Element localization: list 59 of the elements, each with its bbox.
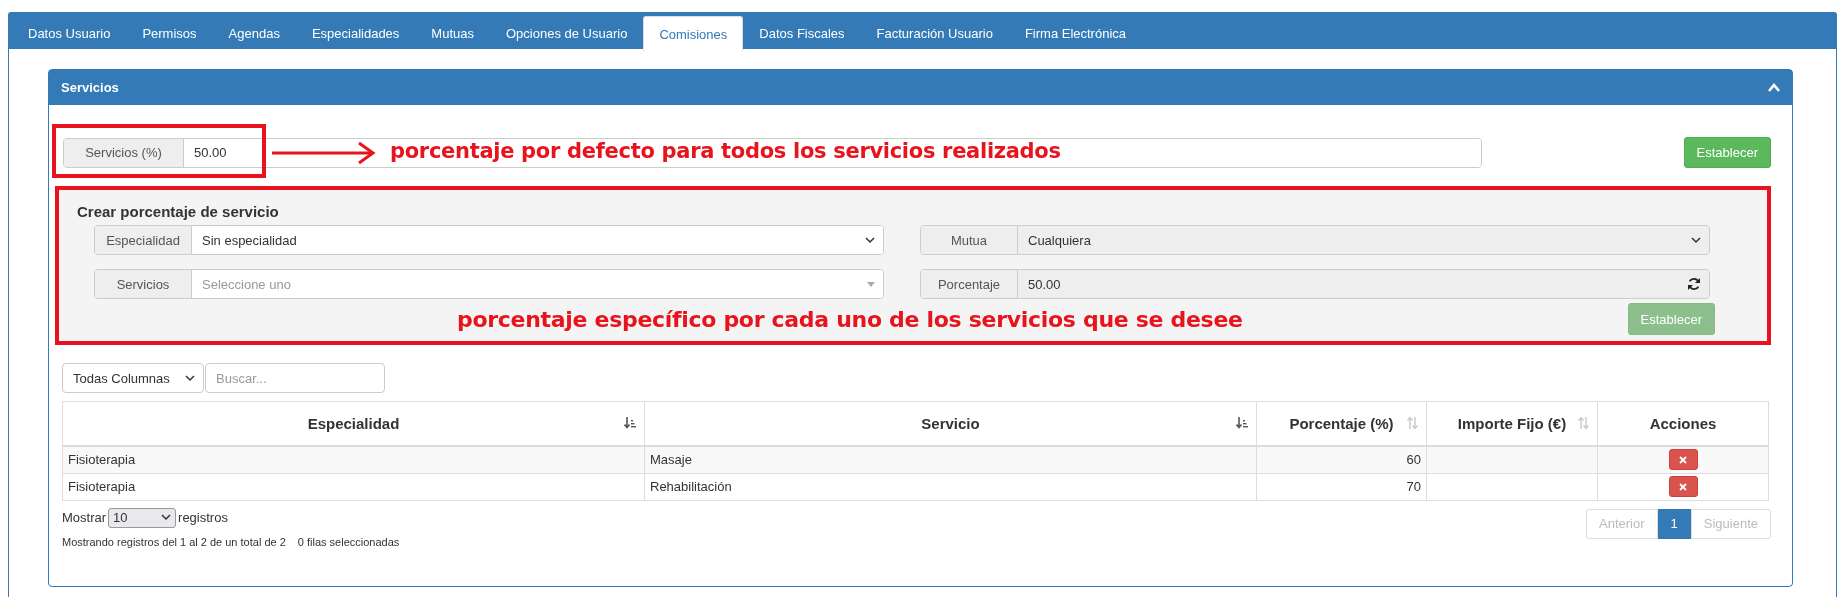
search-field[interactable]: Buscar... — [205, 363, 385, 393]
sort-icon — [1578, 417, 1589, 429]
page-button[interactable]: 1 — [1657, 508, 1691, 539]
caret-icon — [867, 281, 875, 287]
chevron-down-icon — [161, 514, 172, 521]
delete-button[interactable] — [1668, 449, 1698, 471]
field-label: Servicios (%) — [64, 138, 184, 167]
tab[interactable]: Permisos — [126, 16, 213, 50]
field-label: Porcentaje — [921, 270, 1018, 298]
table-cell: Fisioterapia — [62, 446, 645, 473]
selection-info: 0 filas seleccionadas — [297, 535, 400, 548]
annotation-text: porcentaje por defecto para todos los servicios realizados — [390, 139, 1061, 163]
field-label: Especialidad — [95, 226, 192, 254]
field-label: Mutua — [921, 226, 1018, 254]
table-info: Mostrando registros del 1 al 2 de un total de 2 — [62, 535, 286, 548]
chevron-down-icon — [865, 236, 875, 244]
column-select[interactable]: Todas Columnas — [62, 363, 204, 393]
arrow-icon — [272, 141, 376, 165]
panel-title: Servicios — [61, 80, 119, 95]
chevron-down-icon — [1691, 236, 1701, 244]
sort-icon — [1407, 417, 1418, 429]
table-cell: Masaje — [644, 446, 1257, 473]
select-value: Todas Columnas — [73, 370, 170, 386]
chevron-down-icon — [185, 374, 195, 382]
tab[interactable]: Datos Fiscales — [743, 16, 861, 50]
close-icon — [1679, 482, 1687, 491]
input-group[interactable]: Especialidad Sin especialidad — [94, 225, 884, 255]
field-label: Servicios — [95, 270, 192, 298]
field-value: 50.00 — [1028, 276, 1061, 292]
table-cell: 60 — [1256, 446, 1427, 473]
sort-icon — [1236, 417, 1248, 429]
tab[interactable]: Agendas — [212, 16, 296, 50]
length-label: Mostrar — [62, 510, 107, 525]
tab[interactable]: Datos Usuario — [12, 16, 127, 50]
section-title: Crear porcentaje de servicio — [77, 203, 279, 220]
close-icon — [1679, 455, 1687, 464]
tab[interactable]: Comisiones — [643, 16, 744, 51]
page-size-select[interactable]: 10 — [108, 507, 177, 528]
chevron-icon[interactable] — [1768, 83, 1780, 92]
tab[interactable]: Facturación Usuario — [860, 16, 1009, 50]
delete-button[interactable] — [1668, 476, 1698, 497]
select-field[interactable]: Seleccione uno — [192, 270, 883, 298]
table-cell: Rehabilitación — [644, 473, 1257, 500]
tab[interactable]: Opciones de Usuario — [490, 16, 644, 50]
set-button[interactable]: Establecer — [1683, 137, 1771, 168]
tab[interactable]: Especialidades — [295, 16, 416, 50]
select-field[interactable]: Sin especialidad — [192, 226, 883, 254]
field-value: Sin especialidad — [202, 232, 297, 248]
table-cell: Fisioterapia — [62, 473, 645, 500]
input-group[interactable]: Servicios Seleccione uno — [94, 269, 884, 299]
placeholder-text: Seleccione uno — [202, 276, 291, 292]
tab[interactable]: Mutuas — [415, 16, 490, 50]
length-label: registros — [178, 510, 228, 525]
sort-icon — [624, 417, 636, 429]
select-value: 10 — [113, 510, 128, 525]
tab[interactable]: Firma Electrónica — [1008, 16, 1143, 50]
field-value: Cualquiera — [1028, 232, 1091, 248]
annotation-text: porcentaje específico por cada uno de los servicios que se desee — [457, 306, 1243, 332]
table-cell: 70 — [1256, 473, 1427, 500]
